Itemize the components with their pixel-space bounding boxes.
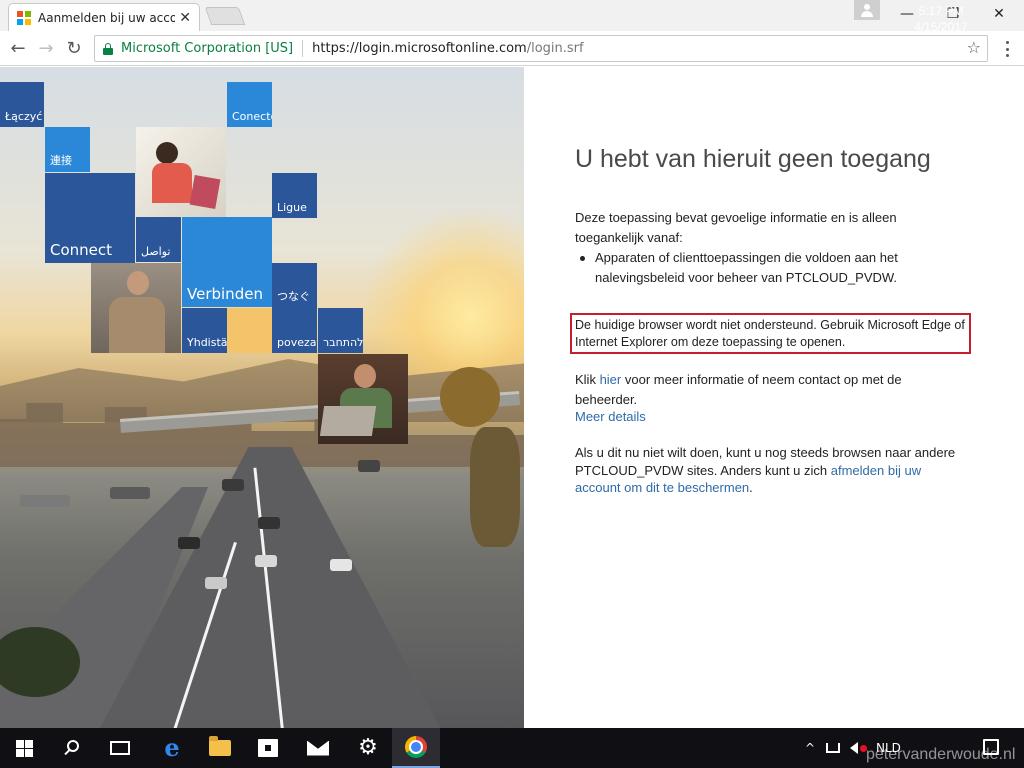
tile-ligue: Ligue <box>272 173 317 218</box>
photo-man-phone <box>91 263 181 353</box>
photo-woman-reading <box>136 127 226 217</box>
tile-povezati: povezati <box>272 308 317 353</box>
taskbar-clock[interactable]: 5:17 PM 4/15/2017 <box>908 3 974 35</box>
car <box>255 555 277 567</box>
new-tab-button[interactable] <box>204 7 246 25</box>
forward-button[interactable]: → <box>34 36 58 60</box>
ev-certificate-name[interactable]: Microsoft Corporation [US] <box>121 41 293 56</box>
car <box>330 559 352 571</box>
microsoft-logo-icon <box>17 10 31 25</box>
alternative-text-suffix: . <box>749 480 753 495</box>
tray-overflow-chevron[interactable]: ^ <box>805 728 815 768</box>
close-window-button[interactable]: ✕ <box>976 0 1022 28</box>
access-intro-text: Deze toepassing bevat gevoelige informat… <box>575 210 897 245</box>
url-host: login.microsoftonline.com <box>358 41 527 56</box>
taskbar-mail[interactable] <box>294 728 342 768</box>
alternative-text: Als u dit nu niet wilt doen, kunt u nog … <box>575 444 965 497</box>
more-info-suffix: voor meer informatie of neem contact op … <box>575 372 902 407</box>
car <box>20 495 70 507</box>
browser-menu-icon[interactable] <box>998 41 1016 57</box>
car <box>205 577 227 589</box>
start-button[interactable] <box>0 728 48 768</box>
mail-icon <box>307 740 329 756</box>
search-icon <box>64 740 80 756</box>
more-details-link[interactable]: Meer details <box>575 409 646 424</box>
taskbar-settings[interactable]: ⚙ <box>344 728 392 768</box>
taskbar-edge[interactable]: e <box>148 728 196 768</box>
car <box>258 517 280 529</box>
taskbar-chrome[interactable] <box>392 728 440 768</box>
chrome-icon <box>405 736 427 758</box>
volume-muted-icon[interactable] <box>850 728 867 768</box>
tile-laczyc: Łączyć <box>0 82 44 127</box>
url-separator <box>302 40 304 57</box>
tile-verbinden: Verbinden <box>182 217 272 307</box>
store-icon <box>258 739 278 757</box>
tile-tawasul: تواصل <box>136 217 181 262</box>
taskbar-file-explorer[interactable] <box>196 728 244 768</box>
more-info-prefix: Klik <box>575 372 600 387</box>
tab-close-icon[interactable]: ✕ <box>179 10 191 26</box>
folder-icon <box>209 736 231 756</box>
url-scheme: https:// <box>312 41 359 56</box>
reload-button[interactable]: ↻ <box>62 36 86 60</box>
tab-title: Aanmelden bij uw account <box>38 10 176 25</box>
task-view-button[interactable] <box>96 728 144 768</box>
browser-tab[interactable]: Aanmelden bij uw account ✕ <box>8 3 200 31</box>
watermark-text: petervanderwoude.nl <box>866 746 1016 763</box>
car <box>358 460 380 472</box>
address-bar[interactable]: Microsoft Corporation [US] https://login… <box>94 35 988 62</box>
tile-yhdista: Yhdistä <box>182 308 227 353</box>
browser-titlebar: Aanmelden bij uw account ✕ — ❐ ✕ <box>0 0 1024 31</box>
user-profile-icon[interactable] <box>854 0 880 20</box>
back-button[interactable]: ← <box>6 36 30 60</box>
tile-tsunagu: つなぐ <box>272 263 317 308</box>
network-icon[interactable] <box>826 728 840 768</box>
tile-connect: Connect <box>45 173 135 263</box>
taskbar-store[interactable] <box>244 728 292 768</box>
search-button[interactable] <box>48 728 96 768</box>
task-view-icon <box>110 741 130 755</box>
gear-icon: ⚙ <box>358 735 378 760</box>
bookmark-star-icon[interactable]: ☆ <box>967 38 981 57</box>
sign-in-illustration: Łączyć Conecte 連接 Connect تواصل Ligue Ve… <box>0 67 524 728</box>
palm-tree <box>440 367 500 427</box>
requirement-list: Apparaten of clienttoepassingen die vold… <box>575 248 955 288</box>
photo-woman-laptop <box>318 354 408 444</box>
car <box>110 487 150 499</box>
palm-tree <box>470 427 520 547</box>
url-path: /login.srf <box>526 41 584 56</box>
car <box>222 479 244 491</box>
list-item: Apparaten of clienttoepassingen die vold… <box>575 248 955 288</box>
tile-accent-yellow <box>227 308 272 353</box>
info-here-link[interactable]: hier <box>600 372 622 387</box>
page-title: U hebt van hieruit geen toegang <box>575 145 931 173</box>
tile-lehitchaber: להתחבר <box>318 308 363 353</box>
clock-date: 4/15/2017 <box>914 20 968 34</box>
car <box>178 537 200 549</box>
more-details-container: Meer details <box>575 407 965 427</box>
more-info-text: Klik hier voor meer informatie of neem c… <box>575 370 965 410</box>
edge-icon: e <box>164 733 180 762</box>
clock-time: 5:17 PM <box>918 4 964 18</box>
tile-lianjie: 連接 <box>45 127 90 172</box>
lock-icon <box>103 42 113 55</box>
windows-logo-icon <box>15 739 33 757</box>
tile-conecte: Conecte <box>227 82 272 127</box>
browser-toolbar: ← → ↻ Microsoft Corporation [US] https:/… <box>0 31 1024 66</box>
browser-warning-text: De huidige browser wordt niet ondersteun… <box>575 318 965 349</box>
